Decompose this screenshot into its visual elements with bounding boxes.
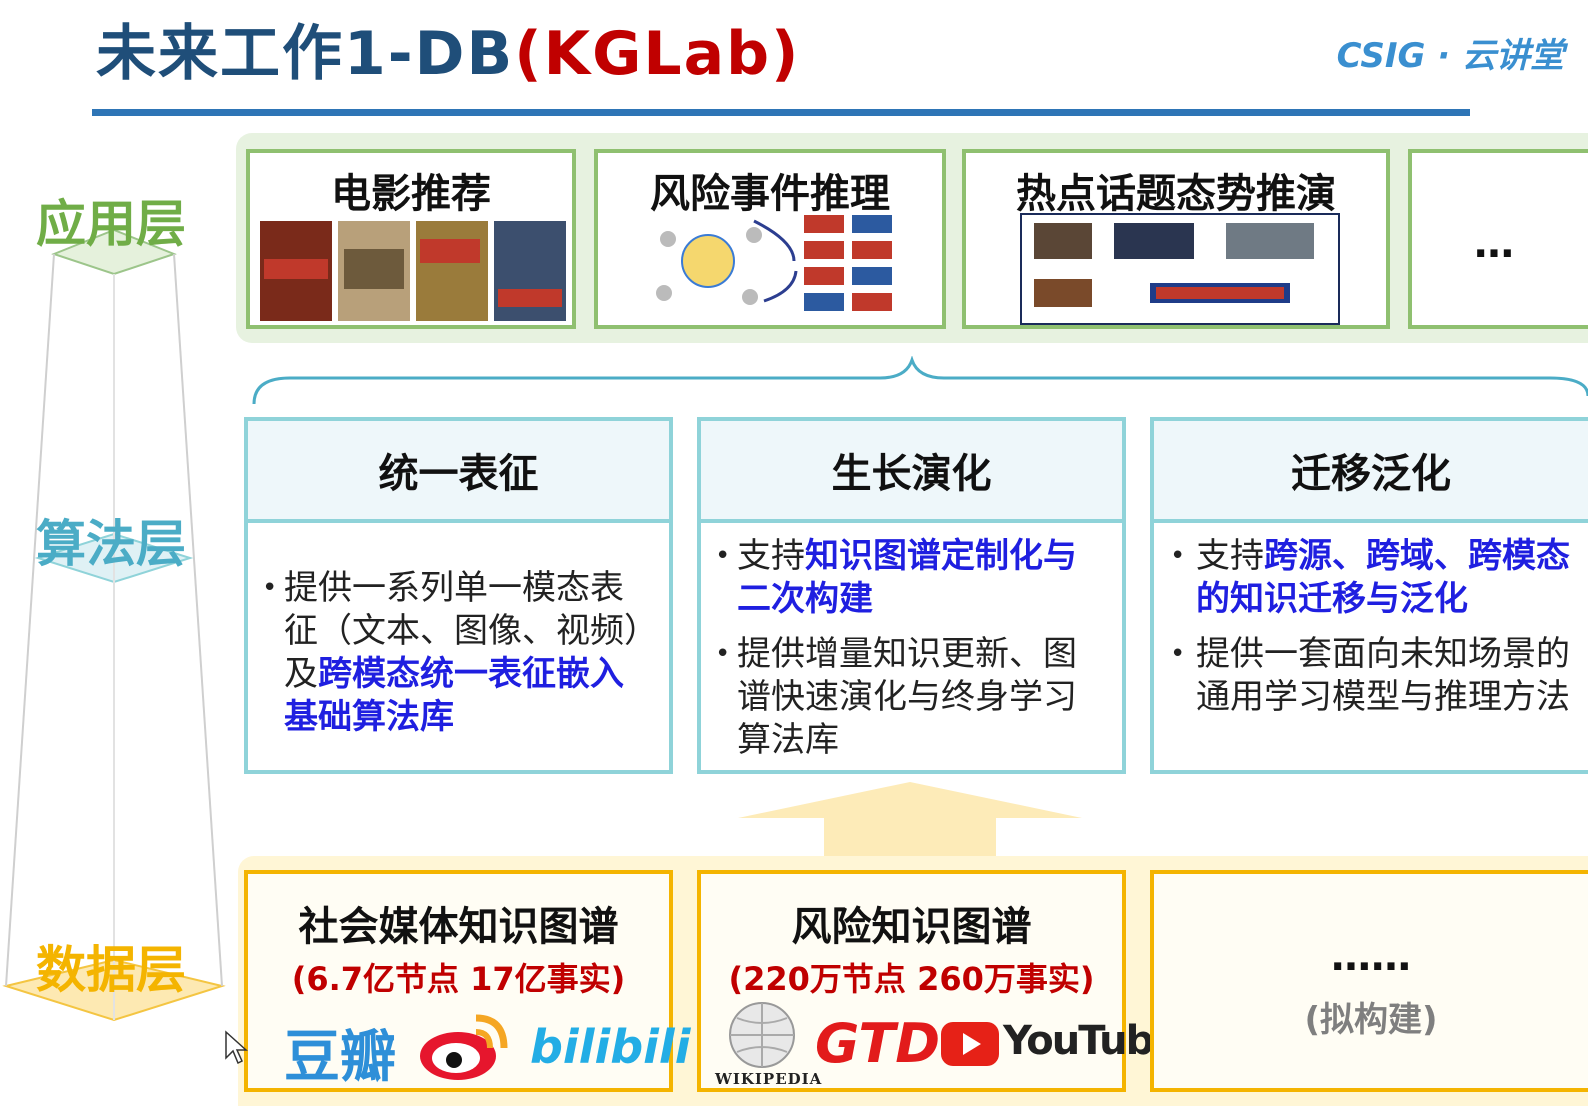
data-stats: (6.7亿节点 17亿事实) [291,960,626,998]
bullet-text: 支持 [1196,536,1264,576]
movie-posters-image [260,221,566,321]
algo-box-unified-representation: 统一表征 • 提供一系列单一模态表征（文本、图像、视频）及跨模态统一表征嵌入基础… [244,417,673,774]
douban-logo: 豆瓣 [284,1024,396,1090]
data-stats: (220万节点 260万事实) [728,960,1095,998]
algo-box-growth-evolution: 生长演化 • 支持知识图谱定制化与二次构建 • 提供增量知识更新、图谱快速演化与… [697,417,1126,774]
ellipsis-text: …… [1331,934,1411,980]
gtd-logo: GTD [815,1012,941,1075]
planned-label: (拟构建) [1304,1000,1438,1040]
algo-title: 生长演化 [701,421,1122,523]
brand-logo: CSIG · 云讲堂 [1336,36,1564,76]
bilibili-logo: bilibili [530,1020,691,1074]
data-card-planned: …… (拟构建) [1150,870,1588,1092]
title-underline [92,109,1470,116]
data-title: 风险知识图谱 [791,904,1032,950]
bullet-item: • 提供增量知识更新、图谱快速演化与终身学习算法库 [715,633,1108,762]
page-title: 未来工作1-DB(KGLab) [96,18,800,90]
bullet-item: • 支持知识图谱定制化与二次构建 [715,536,1077,619]
app-card-movie-recommendation: 电影推荐 [246,149,576,329]
bullet-highlight: 跨模态统一表征嵌入基础算法库 [284,654,624,737]
algo-box-transfer-generalization: 迁移泛化 • 支持跨源、跨域、跨模态的知识迁移与泛化 • 提供一套面向未知场景的… [1150,417,1588,774]
algo-title: 统一表征 [248,421,669,523]
title-paren: (KGLab) [514,19,801,89]
bullet-text: 提供一套面向未知场景的通用学习模型与推理方法 [1196,634,1570,717]
label-algorithm-layer: 算法层 [36,515,186,573]
data-title: 社会媒体知识图谱 [298,904,619,950]
bullet-item: • 支持跨源、跨域、跨模态的知识迁移与泛化 [1170,536,1570,619]
curly-brace [252,356,1588,405]
data-card-social-media-kg: 社会媒体知识图谱 (6.7亿节点 17亿事实) 豆瓣 bilibili [244,870,690,1092]
bullet-text: 支持 [737,536,805,576]
app-title: 热点话题态势推演 [1016,171,1336,217]
title-main: 未来工作1-DB [96,19,515,89]
pyramid-graphic [2,230,226,1022]
weibo-logo-icon [420,1014,508,1080]
risk-diagram-image [656,215,892,311]
up-arrow-icon [738,782,1082,858]
app-card-more: … [1408,149,1588,329]
label-data-layer: 数据层 [36,941,186,999]
wikipedia-globe-icon [729,1002,795,1068]
app-title: 电影推荐 [331,171,491,217]
data-card-risk-kg: 风险知识图谱 (220万节点 260万事实) Wikipedia GTD You… [697,870,1179,1092]
ellipsis-text: … [1474,221,1514,267]
app-card-hot-topic-trend: 热点话题态势推演 [962,149,1390,329]
hot-topics-image [1020,213,1340,325]
youtube-play-icon [941,1022,999,1066]
app-card-risk-event-inference: 风险事件推理 [594,149,946,329]
label-application-layer: 应用层 [36,195,186,253]
algo-title: 迁移泛化 [1154,421,1588,523]
mouse-cursor-icon [225,1030,248,1065]
bullet-item: • 提供一套面向未知场景的通用学习模型与推理方法 [1170,634,1570,717]
wikipedia-logo: Wikipedia [715,1070,823,1088]
bullet-item: • 提供一系列单一模态表征（文本、图像、视频）及跨模态统一表征嵌入基础算法库 [262,568,641,737]
bullet-text: 提供增量知识更新、图谱快速演化与终身学习算法库 [737,634,1077,760]
